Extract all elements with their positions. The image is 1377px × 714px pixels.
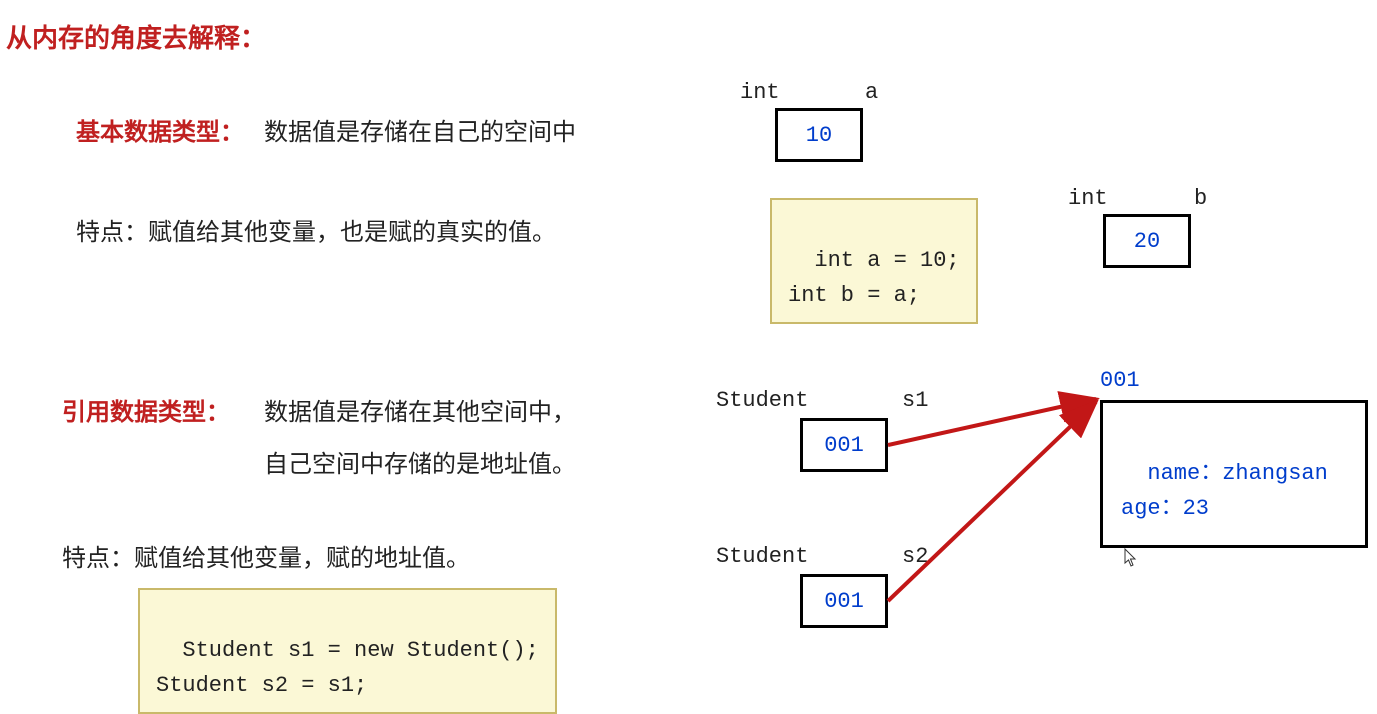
reference-feature-label: 特点： <box>62 545 134 572</box>
boxA-value: 10 <box>806 123 832 148</box>
reference-code: Student s1 = new Student(); Student s2 =… <box>156 638 539 698</box>
s2-type: Student <box>716 544 808 569</box>
reference-label: 引用数据类型： <box>62 392 230 427</box>
arrow-s2-to-obj <box>888 402 1096 601</box>
arrows-overlay <box>0 0 1377 677</box>
s2-name: s2 <box>902 544 928 569</box>
primitive-feature-text: 赋值给其他变量，也是赋的真实的值。 <box>148 219 556 246</box>
primitive-desc: 数据值是存储在自己的空间中 <box>264 112 576 147</box>
s2-box: 001 <box>800 574 888 628</box>
boxB-value: 20 <box>1134 229 1160 254</box>
reference-feature-text: 赋值给其他变量，赋的地址值。 <box>134 545 470 572</box>
reference-code-box: Student s1 = new Student(); Student s2 =… <box>138 588 557 714</box>
primitive-code-box: int a = 10; int b = a; <box>770 198 978 324</box>
reference-desc1: 数据值是存储在其他空间中， <box>264 392 576 427</box>
boxA-name: a <box>865 80 878 105</box>
cursor-icon <box>1124 548 1138 568</box>
s1-box: 001 <box>800 418 888 472</box>
boxB: 20 <box>1103 214 1191 268</box>
obj-addr: 001 <box>1100 368 1140 393</box>
s2-value: 001 <box>824 589 864 614</box>
s1-name: s1 <box>902 388 928 413</box>
s1-value: 001 <box>824 433 864 458</box>
page-title: 从内存的角度去解释： <box>6 18 266 55</box>
s1-type: Student <box>716 388 808 413</box>
boxB-name: b <box>1194 186 1207 211</box>
reference-desc2: 自己空间中存储的是地址值。 <box>264 444 576 479</box>
primitive-label: 基本数据类型： <box>76 112 244 147</box>
boxB-type: int <box>1068 186 1108 211</box>
reference-feature: 特点：赋值给其他变量，赋的地址值。 <box>62 538 470 573</box>
obj-content: name：zhangsan age：23 <box>1121 461 1328 521</box>
boxA-type: int <box>740 80 780 105</box>
primitive-code: int a = 10; int b = a; <box>788 248 960 308</box>
boxA: 10 <box>775 108 863 162</box>
primitive-feature-label: 特点： <box>76 219 148 246</box>
obj-box: name：zhangsan age：23 <box>1100 400 1368 548</box>
primitive-feature: 特点：赋值给其他变量，也是赋的真实的值。 <box>76 212 556 247</box>
